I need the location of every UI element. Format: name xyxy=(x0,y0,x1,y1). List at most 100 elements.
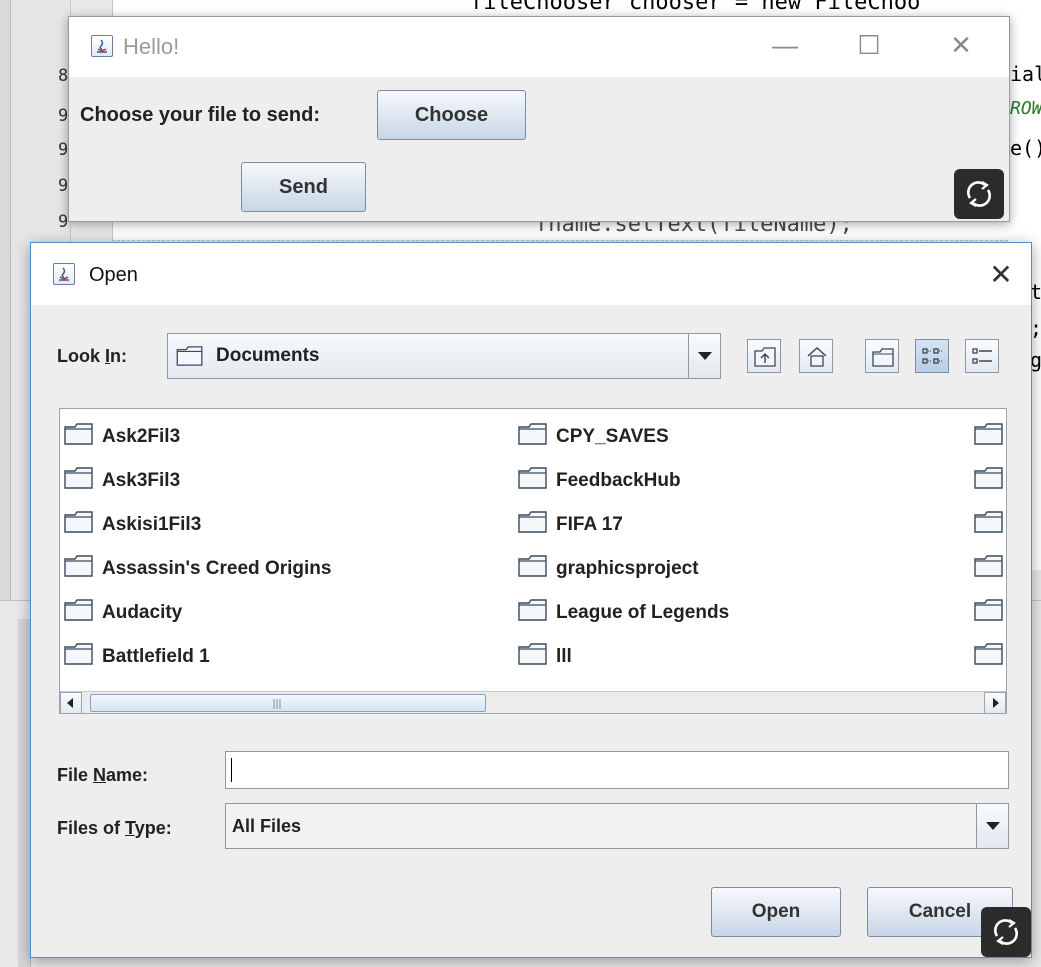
arrow-right-icon xyxy=(993,698,999,708)
look-in-combo[interactable]: Documents xyxy=(167,333,721,379)
folder-icon xyxy=(974,643,1003,665)
line-number: 9 xyxy=(58,106,69,126)
folder-icon xyxy=(518,467,547,489)
file-item-label: Audacity xyxy=(102,602,183,623)
file-list-item[interactable]: CPY_SAVES xyxy=(518,423,669,448)
folder-icon xyxy=(64,423,93,445)
scroll-left-button[interactable] xyxy=(60,692,82,713)
label-text: ype: xyxy=(134,818,172,838)
label-text: ame: xyxy=(106,765,149,785)
folder-icon xyxy=(974,511,1003,533)
file-list-item[interactable]: Assassin's Creed Origins xyxy=(64,555,331,580)
arrow-left-icon xyxy=(67,698,73,708)
minimize-button[interactable]: — xyxy=(765,25,805,65)
new-folder-button[interactable] xyxy=(865,339,899,373)
label-mnemonic: T xyxy=(125,818,135,838)
file-name-label: File Name: xyxy=(57,765,148,786)
file-item-label: lll xyxy=(556,646,572,667)
line-number: 9 xyxy=(58,140,69,160)
folder-icon xyxy=(518,555,547,577)
code-line: fileChooser chooser = new FileChoo xyxy=(470,0,921,15)
files-of-type-label: Files of Type: xyxy=(57,818,172,839)
folder-icon xyxy=(974,599,1003,621)
file-list-item[interactable]: Ask2Fil3 xyxy=(64,423,180,448)
maximize-button[interactable]: ☐ xyxy=(849,25,889,65)
folder-icon xyxy=(518,643,547,665)
file-list-item[interactable] xyxy=(974,423,1006,448)
file-item-label: Battlefield 1 xyxy=(102,646,210,667)
folder-icon xyxy=(64,555,93,577)
close-button[interactable]: ✕ xyxy=(941,25,981,65)
file-item-label: CPY_SAVES xyxy=(556,426,669,447)
java-icon xyxy=(91,35,113,57)
up-one-level-icon xyxy=(754,347,776,367)
file-list-item[interactable]: League of Legends xyxy=(518,599,729,624)
folder-icon xyxy=(518,511,547,533)
label-text: Look xyxy=(57,346,105,366)
file-list-item[interactable]: Battlefield 1 xyxy=(64,643,210,668)
file-item-label: FeedbackHub xyxy=(556,470,681,491)
refresh-icon[interactable] xyxy=(954,169,1004,219)
line-number: 8 xyxy=(58,66,69,86)
home-icon xyxy=(807,346,827,367)
file-item-label: Ask2Fil3 xyxy=(102,426,181,447)
look-in-label: Look In: xyxy=(57,346,127,367)
home-button[interactable] xyxy=(799,339,833,373)
new-folder-icon xyxy=(872,348,894,367)
file-list-item[interactable]: Askisi1Fil3 xyxy=(64,511,201,536)
up-one-level-button[interactable] xyxy=(747,339,781,373)
details-view-icon xyxy=(972,348,992,364)
look-in-value: Documents xyxy=(216,345,320,366)
window-title: Hello! xyxy=(123,34,180,59)
file-list-item[interactable] xyxy=(974,643,1006,668)
file-list-item[interactable]: Audacity xyxy=(64,599,182,624)
list-view-icon xyxy=(922,348,943,364)
list-view-button[interactable] xyxy=(915,339,949,373)
refresh-icon[interactable] xyxy=(981,907,1031,957)
file-list-item[interactable] xyxy=(974,467,1006,492)
file-list-item[interactable]: graphicsproject xyxy=(518,555,699,580)
text-caret xyxy=(231,758,232,782)
label-mnemonic: N xyxy=(93,765,107,785)
files-of-type-value: All Files xyxy=(232,816,302,836)
folder-icon xyxy=(974,423,1003,445)
file-list-item[interactable]: FeedbackHub xyxy=(518,467,681,492)
scroll-right-button[interactable] xyxy=(984,692,1006,713)
java-icon xyxy=(53,263,75,285)
file-list-item[interactable]: lll xyxy=(518,643,572,668)
folder-icon xyxy=(64,467,93,489)
files-of-type-combo[interactable]: All Files xyxy=(225,803,1009,849)
file-name-input[interactable] xyxy=(225,751,1009,789)
label-text: Files of xyxy=(57,818,126,838)
file-item-label: graphicsproject xyxy=(556,558,699,579)
open-file-dialog: Open ✕ Look In: Documents Ask2Fil3 Ask3F… xyxy=(30,242,1032,958)
chevron-down-icon[interactable] xyxy=(688,334,720,378)
file-list-item[interactable]: FIFA 17 xyxy=(518,511,623,536)
file-list-item[interactable] xyxy=(974,511,1006,536)
horizontal-scrollbar[interactable] xyxy=(60,691,1006,713)
send-button[interactable]: Send xyxy=(241,162,366,212)
choose-file-label: Choose your file to send: xyxy=(80,104,321,126)
open-titlebar[interactable]: Open ✕ xyxy=(31,243,1031,305)
close-button[interactable]: ✕ xyxy=(981,255,1021,295)
label-text: File xyxy=(57,765,94,785)
file-item-label: League of Legends xyxy=(556,602,730,623)
file-list[interactable]: Ask2Fil3 Ask3Fil3 Askisi1Fil3 Assassin's Cr… xyxy=(59,408,1007,714)
file-list-item[interactable] xyxy=(974,599,1006,624)
folder-icon xyxy=(974,555,1003,577)
chevron-down-icon[interactable] xyxy=(976,804,1008,848)
file-list-item[interactable]: Ask3Fil3 xyxy=(64,467,180,492)
label-text: n: xyxy=(110,346,128,366)
window-title: Open xyxy=(89,264,138,286)
folder-icon xyxy=(64,511,93,533)
file-item-label: FIFA 17 xyxy=(556,514,623,535)
choose-button[interactable]: Choose xyxy=(377,90,526,140)
file-list-item[interactable] xyxy=(974,555,1006,580)
hello-window: Hello! — ☐ ✕ Choose your file to send: C… xyxy=(68,16,1010,222)
hello-titlebar[interactable]: Hello! — ☐ ✕ xyxy=(69,17,1009,77)
line-number: 9 xyxy=(58,176,69,196)
folder-icon xyxy=(518,599,547,621)
open-button[interactable]: Open xyxy=(711,887,841,937)
scroll-thumb[interactable] xyxy=(90,694,486,712)
details-view-button[interactable] xyxy=(965,339,999,373)
